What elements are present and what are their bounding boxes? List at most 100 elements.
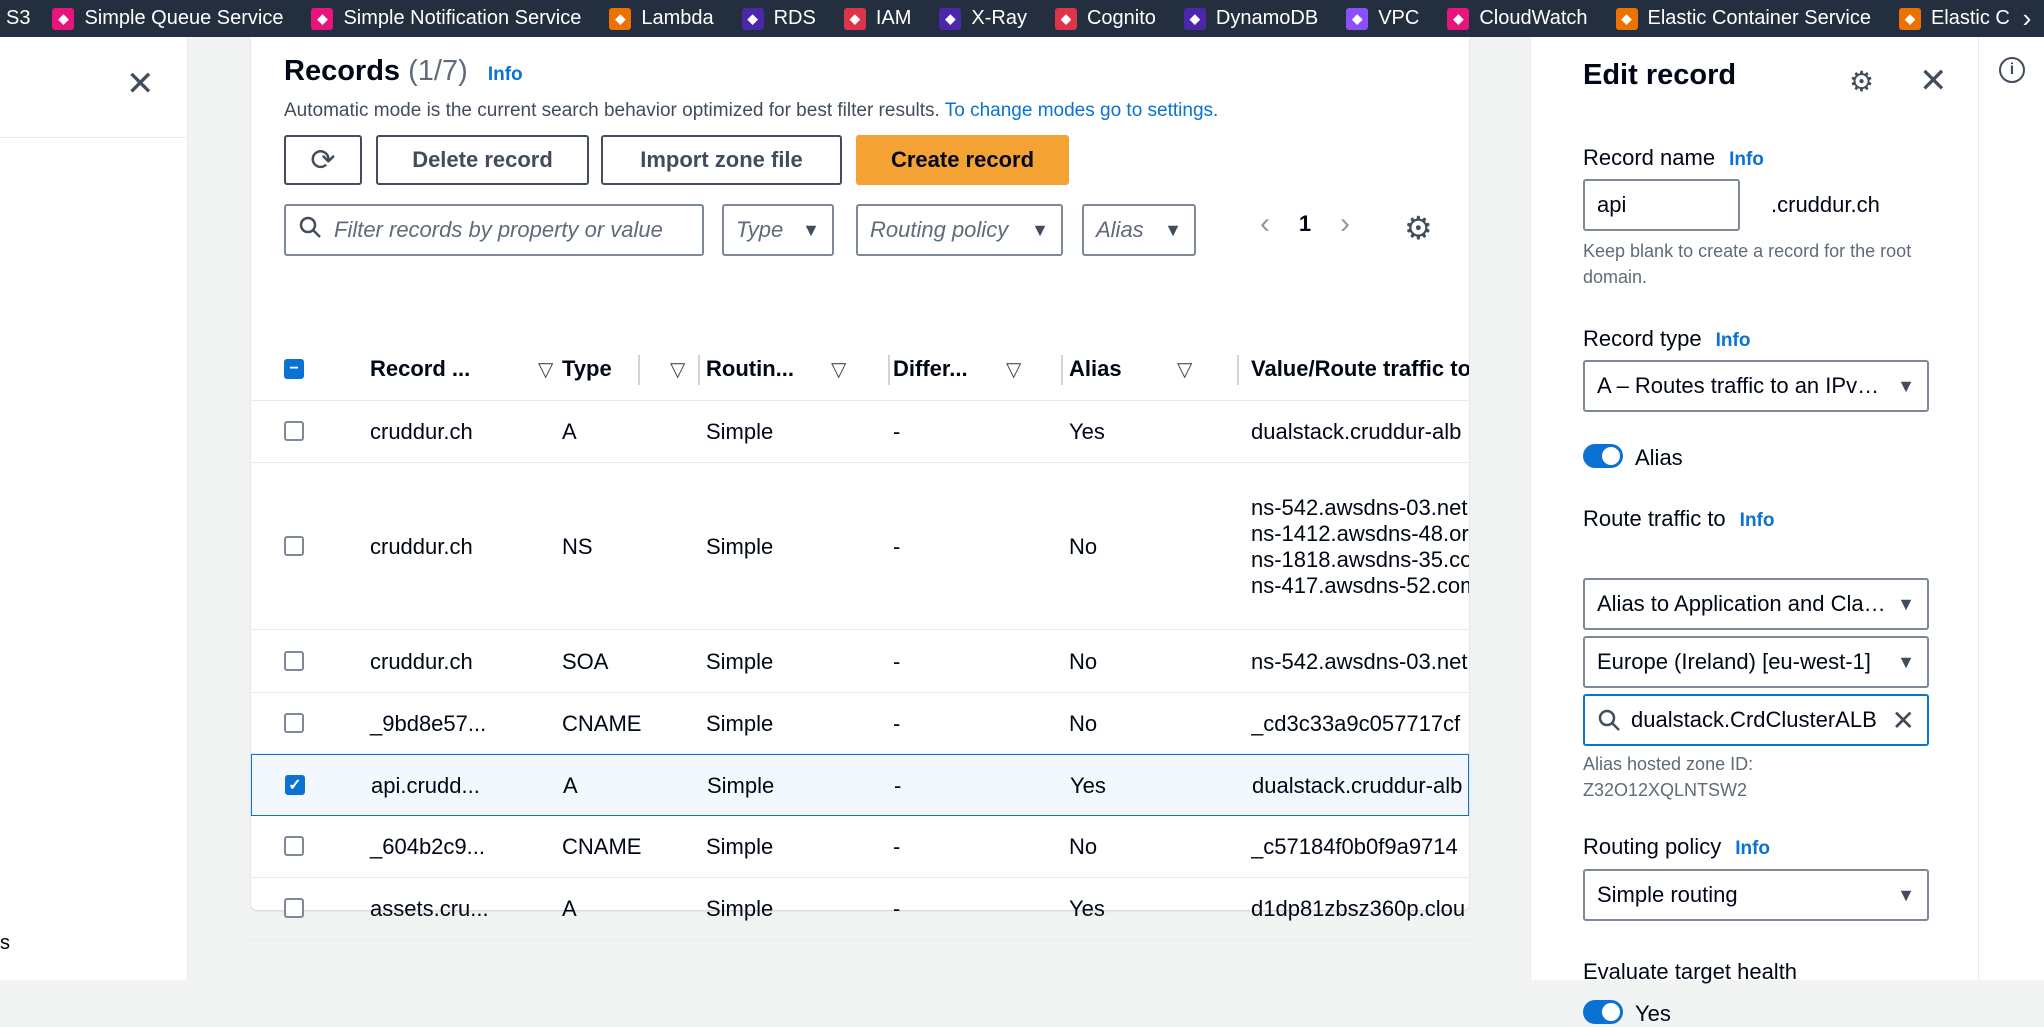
favorite-label: Cognito xyxy=(1086,7,1156,29)
table-preferences-gear-icon[interactable]: ⚙ xyxy=(1404,209,1433,247)
evaluate-target-health-value: Yes xyxy=(1635,1001,1671,1026)
info-help-icon[interactable]: i xyxy=(1999,57,2025,83)
select-all-checkbox[interactable]: − xyxy=(284,359,304,379)
column-header[interactable]: Routin... ▽ xyxy=(706,337,890,401)
favorite-s3[interactable]: S3 xyxy=(6,7,30,30)
alias-filter-select[interactable]: Alias ▼ xyxy=(1082,204,1196,256)
cell-name: cruddur.ch xyxy=(370,419,473,444)
current-page[interactable]: 1 xyxy=(1285,211,1325,237)
column-divider[interactable] xyxy=(888,355,890,385)
clear-input-icon[interactable]: ✕ xyxy=(1892,704,1915,737)
favorite-label: VPC xyxy=(1378,7,1420,29)
favorite-sns[interactable]: ◆ Simple Notification Service xyxy=(311,7,581,30)
row-checkbox[interactable] xyxy=(284,535,304,556)
sort-icon[interactable]: ▽ xyxy=(670,357,685,382)
favorites-scroll-right-icon[interactable]: › xyxy=(2010,0,2044,37)
filter-placeholder: Filter records by property or value xyxy=(334,217,663,242)
column-divider[interactable] xyxy=(1237,355,1239,385)
row-checkbox[interactable] xyxy=(284,836,304,856)
record-name-hint: Keep blank to create a record for the ro… xyxy=(1583,241,1912,287)
value-line: _c57184f0b0f9a9714 xyxy=(1251,834,1458,859)
table-row[interactable]: cruddur.ch NS Simple - No ns-542.awsdns-03.ne… xyxy=(251,463,1469,630)
row-checkbox[interactable] xyxy=(284,712,304,733)
route-target-input[interactable]: dualstack.CrdClusterALB ✕ xyxy=(1583,694,1929,746)
type-filter-select[interactable]: Type ▼ xyxy=(722,204,834,256)
routing-policy-filter-select[interactable]: Routing policy ▼ xyxy=(856,204,1063,256)
row-checkbox[interactable] xyxy=(284,421,304,441)
routing-policy-select[interactable]: Simple routing ▼ xyxy=(1583,869,1929,921)
favorite-sqs[interactable]: ◆ Simple Queue Service xyxy=(52,7,283,30)
favorite-label: DynamoDB xyxy=(1215,7,1319,29)
value-line: ns-1818.awsdns-35.co.uk xyxy=(1251,546,1469,572)
settings-gear-icon[interactable]: ⚙ xyxy=(1849,65,1874,98)
table-row[interactable]: ✓ api.crudd... A Simple - Yes dualstack.cruddu… xyxy=(251,754,1469,816)
column-header[interactable]: Alias ▽ xyxy=(1069,337,1239,401)
favorite-cognito[interactable]: ◆ Cognito xyxy=(1054,7,1156,30)
route-traffic-label: Route traffic to Info xyxy=(1583,506,1775,532)
nav-text-fragment: s xyxy=(0,932,10,954)
row-checkbox[interactable] xyxy=(284,898,304,918)
records-panel: Records (1/7) Info Automatic mode is the… xyxy=(251,37,1469,940)
sns-icon: ◆ xyxy=(311,7,334,30)
row-checkbox[interactable]: ✓ xyxy=(285,775,305,795)
change-mode-settings-link[interactable]: To change modes go to settings. xyxy=(945,100,1219,121)
route-endpoint-select[interactable]: Alias to Application and Classic Load Ba… xyxy=(1583,578,1929,630)
domain-suffix: .cruddur.ch xyxy=(1771,192,1880,217)
alias-toggle[interactable] xyxy=(1583,444,1623,468)
delete-record-button[interactable]: Delete record xyxy=(376,135,589,185)
close-navigation-icon[interactable]: ✕ xyxy=(126,67,155,101)
filter-records-input[interactable]: Filter records by property or value xyxy=(284,204,704,256)
column-divider[interactable] xyxy=(1061,355,1063,385)
column-header[interactable]: Type ▽ xyxy=(562,337,700,401)
table-row[interactable]: cruddur.ch A Simple - Yes dualstack.cruddur-a… xyxy=(251,401,1469,463)
column-header[interactable]: Differ... ▽ xyxy=(893,337,1063,401)
favorite-dynamodb[interactable]: ◆ DynamoDB xyxy=(1183,7,1319,30)
route-target-value: dualstack.CrdClusterALB xyxy=(1631,707,1877,732)
record-type-info-link[interactable]: Info xyxy=(1716,330,1751,351)
cell-diff: - xyxy=(893,834,901,859)
sort-icon[interactable]: ▽ xyxy=(1177,357,1192,382)
favorite-rds[interactable]: ◆ RDS xyxy=(741,7,816,30)
create-record-button[interactable]: Create record xyxy=(856,135,1069,185)
sort-icon[interactable]: ▽ xyxy=(831,357,846,382)
column-divider[interactable] xyxy=(638,355,640,385)
route-traffic-info-link[interactable]: Info xyxy=(1740,510,1775,531)
sort-icon[interactable]: ▽ xyxy=(1006,357,1021,382)
evaluate-target-health-toggle[interactable] xyxy=(1583,1000,1623,1024)
records-info-link[interactable]: Info xyxy=(488,64,523,85)
vpc-icon: ◆ xyxy=(1346,7,1369,30)
table-row[interactable]: _9bd8e57... CNAME Simple - No _cd3c33a9c05771… xyxy=(251,693,1469,754)
column-header[interactable]: Value/Route traffic to xyxy=(1251,337,1469,401)
refresh-button[interactable]: ⟳ xyxy=(284,135,362,185)
routing-policy-label-text: Routing policy xyxy=(1583,834,1722,859)
favorite-ecs[interactable]: ◆ Elastic Container Service xyxy=(1615,7,1871,30)
favorite-vpc[interactable]: ◆ VPC xyxy=(1346,7,1419,30)
routing-policy-info-link[interactable]: Info xyxy=(1735,838,1770,859)
previous-page-icon[interactable]: ‹ xyxy=(1245,207,1285,241)
close-panel-icon[interactable]: ✕ xyxy=(1919,61,1948,101)
import-zone-file-button[interactable]: Import zone file xyxy=(601,135,842,185)
record-name-input[interactable]: api xyxy=(1583,179,1740,231)
favorite-xray[interactable]: ◆ X-Ray xyxy=(939,7,1027,30)
sort-icon[interactable]: ▽ xyxy=(538,357,553,382)
record-type-select[interactable]: A – Routes traffic to an IPv4 address an… xyxy=(1583,360,1929,412)
cell-name: cruddur.ch xyxy=(370,533,473,559)
favorite-cloudwatch[interactable]: ◆ CloudWatch xyxy=(1447,7,1588,30)
next-page-icon[interactable]: › xyxy=(1325,207,1365,241)
route-region-select[interactable]: Europe (Ireland) [eu-west-1] ▼ xyxy=(1583,636,1929,688)
table-row[interactable]: cruddur.ch SOA Simple - No ns-542.awsdns-03.n… xyxy=(251,630,1469,693)
column-header[interactable]: Record ... ▽ xyxy=(370,337,640,401)
edit-record-panel: Edit record ⚙ ✕ Record name Info api .cru… xyxy=(1530,37,1978,1026)
favorite-iam[interactable]: ◆ IAM xyxy=(843,7,912,30)
table-row[interactable]: _604b2c9... CNAME Simple - No _c57184f0b0f9a9… xyxy=(251,816,1469,878)
refresh-icon: ⟳ xyxy=(310,143,336,177)
record-name-info-link[interactable]: Info xyxy=(1729,149,1764,170)
row-checkbox[interactable] xyxy=(284,650,304,671)
favorite-lambda[interactable]: ◆ Lambda xyxy=(609,7,714,30)
dynamodb-icon: ◆ xyxy=(1183,7,1206,30)
cell-value: dualstack.cruddur-alb xyxy=(1251,419,1469,445)
table-row[interactable]: assets.cru... A Simple - Yes d1dp81zbsz360p.c… xyxy=(251,878,1469,940)
column-divider[interactable] xyxy=(698,355,700,385)
favorite-label: IAM xyxy=(875,7,912,29)
cell-diff: - xyxy=(893,648,901,674)
